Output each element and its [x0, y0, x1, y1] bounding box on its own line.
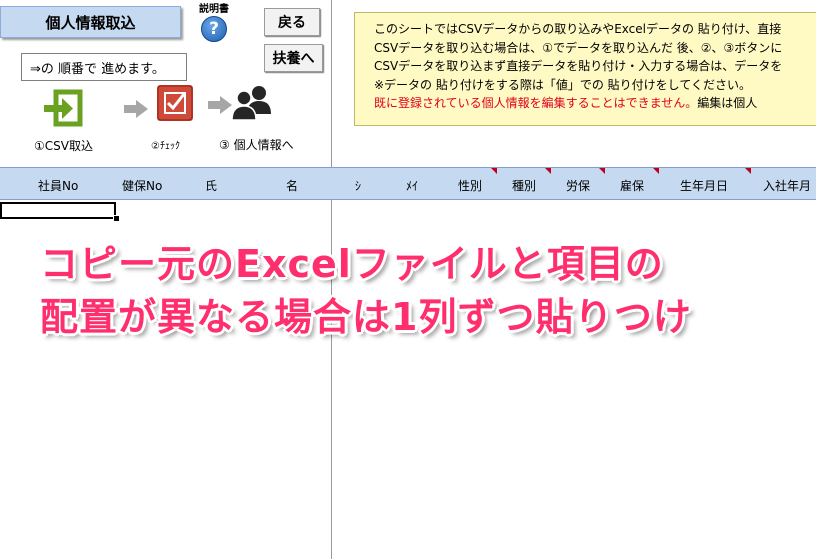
column-header-employee-no[interactable]: 社員No	[38, 177, 78, 194]
help-manual-button[interactable]: 説明書 ?	[194, 4, 234, 42]
order-hint: ⇒の 順番で 進めます。	[21, 53, 187, 81]
instruction-text: 編集は個人	[697, 96, 758, 110]
step-personal-info-label: ③ 個人情報へ	[219, 138, 294, 152]
fill-handle[interactable]	[113, 215, 120, 222]
column-header-last-name[interactable]: 氏	[205, 177, 217, 194]
import-icon[interactable]	[44, 88, 88, 128]
step-csv-import-label: ①CSV取込	[34, 139, 93, 153]
instruction-line: CSVデータを取り込まず直接データを貼り付け・入力する場合は、データを	[374, 59, 783, 73]
dependents-button[interactable]: 扶養へ	[264, 44, 323, 72]
instruction-line: CSVデータを取り込む場合は、①でデータを取り込んだ 後、②、③ボタンに	[374, 40, 783, 55]
column-header-category[interactable]: 種別	[512, 177, 536, 194]
column-header-insurance-no[interactable]: 健保No	[122, 177, 162, 194]
column-header-first-name-kana[interactable]: ﾒｲ	[406, 177, 418, 194]
overlay-caption-line1: コピー元のExcelファイルと項目の	[40, 242, 664, 286]
column-header-birthdate[interactable]: 生年月日	[680, 177, 728, 194]
instructions-box: このシートではCSVデータからの取り込みやExcelデータの 貼り付け、直接 C…	[354, 12, 816, 126]
sheet-title: 個人情報取込	[0, 6, 181, 38]
active-cell[interactable]	[0, 202, 116, 219]
people-icon[interactable]	[231, 84, 272, 122]
comment-indicator	[599, 168, 605, 174]
warning-text: 既に登録されている個人情報を編集することはできません。	[374, 96, 698, 110]
help-icon: ?	[201, 16, 227, 42]
column-header-hire-date[interactable]: 入社年月	[763, 177, 811, 194]
check-icon[interactable]	[157, 85, 193, 121]
arrow-right-icon	[124, 100, 148, 122]
instruction-line: このシートではCSVデータからの取り込みやExcelデータの 貼り付け、直接	[374, 22, 782, 36]
comment-indicator	[491, 168, 497, 174]
step-check-label: ②ﾁｪｯｸ	[151, 141, 180, 152]
back-button[interactable]: 戻る	[264, 8, 320, 36]
arrow-right-icon	[208, 96, 232, 118]
column-header-last-name-kana[interactable]: ｼ	[355, 177, 361, 194]
column-header-labor-insurance[interactable]: 労保	[566, 177, 590, 194]
column-header-employment-insurance[interactable]: 雇保	[620, 177, 644, 194]
overlay-caption-line2: 配置が異なる場合は1列ずつ貼りつけ	[40, 295, 692, 339]
instruction-line-warning: 既に登録されている個人情報を編集することはできません。編集は個人	[374, 94, 816, 113]
column-header-first-name[interactable]: 名	[286, 177, 298, 194]
comment-indicator	[745, 168, 751, 174]
comment-indicator	[653, 168, 659, 174]
comment-indicator	[545, 168, 551, 174]
column-header-gender[interactable]: 性別	[458, 177, 482, 194]
help-label: 説明書	[199, 4, 229, 15]
column-header-row: 社員No 健保No 氏 名 ｼ ﾒｲ 性別 種別 労保 雇保 生年月日 入社年月	[0, 167, 816, 200]
instruction-line: ※データの 貼り付けをする際は「値」での 貼り付けをしてください。	[374, 77, 751, 92]
